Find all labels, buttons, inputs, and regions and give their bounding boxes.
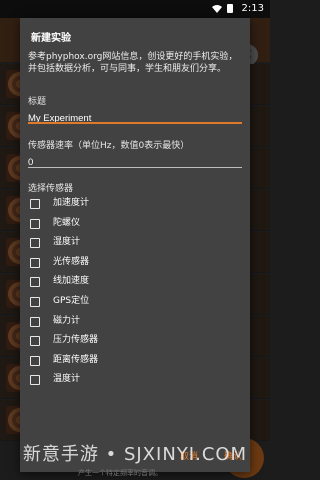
battery-icon (227, 4, 233, 13)
sensor-item-thermometer[interactable]: 温度计 (30, 373, 230, 393)
sensor-item-hygrometer[interactable]: 湿度计 (30, 236, 230, 256)
dialog-description: 参考phyphox.org网站信息，创设更好的手机实验，并包括数据分析，可与同事… (28, 52, 238, 74)
sensor-item-light[interactable]: 光传感器 (30, 256, 230, 276)
rate-label: 传感器速率（单位Hz，数值0表示最快） (28, 141, 190, 151)
sensor-item-magnetometer[interactable]: 磁力计 (30, 315, 230, 335)
wifi-icon (212, 4, 222, 14)
sensors-label: 选择传感器 (28, 184, 74, 194)
sensor-item-accelerometer[interactable]: 加速度计 (30, 197, 230, 217)
checkbox[interactable] (30, 277, 40, 288)
title-label: 标题 (28, 97, 47, 107)
sensor-item-gyroscope[interactable]: 陀螺仪 (30, 217, 230, 237)
checkbox[interactable] (30, 355, 40, 366)
sensor-item-pressure[interactable]: 压力传感器 (30, 334, 230, 354)
rate-input-underline (28, 167, 242, 168)
sensor-item-gps[interactable]: GPS定位 (30, 295, 230, 315)
checkbox[interactable] (30, 218, 40, 229)
background-hint-text: 产生一个特定频率的音调。 (78, 469, 162, 477)
checkbox[interactable] (30, 336, 40, 347)
checkbox[interactable] (30, 296, 40, 307)
checkbox[interactable] (30, 316, 40, 327)
checkbox[interactable] (30, 199, 40, 209)
sensor-item-linear-acceleration[interactable]: 线加速度 (30, 275, 230, 295)
dialog-title: 新建实验 (31, 33, 71, 44)
checkbox[interactable] (30, 375, 40, 386)
sensor-item-proximity[interactable]: 距离传感器 (30, 354, 230, 374)
watermark: 新意手游 • SJXINYI.COM (22, 444, 248, 465)
new-experiment-dialog: 新建实验 参考phyphox.org网站信息，创设更好的手机实验，并包括数据分析… (20, 18, 250, 472)
sensor-list: 加速度计 陀螺仪 湿度计 光传感器 线加速度 GPS定位 磁力计 压力传感器 距… (30, 197, 230, 393)
status-bar: 2:13 (0, 0, 270, 18)
checkbox[interactable] (30, 238, 40, 249)
title-input-underline (28, 122, 242, 124)
status-time: 2:13 (241, 3, 264, 14)
checkbox[interactable] (30, 257, 40, 268)
